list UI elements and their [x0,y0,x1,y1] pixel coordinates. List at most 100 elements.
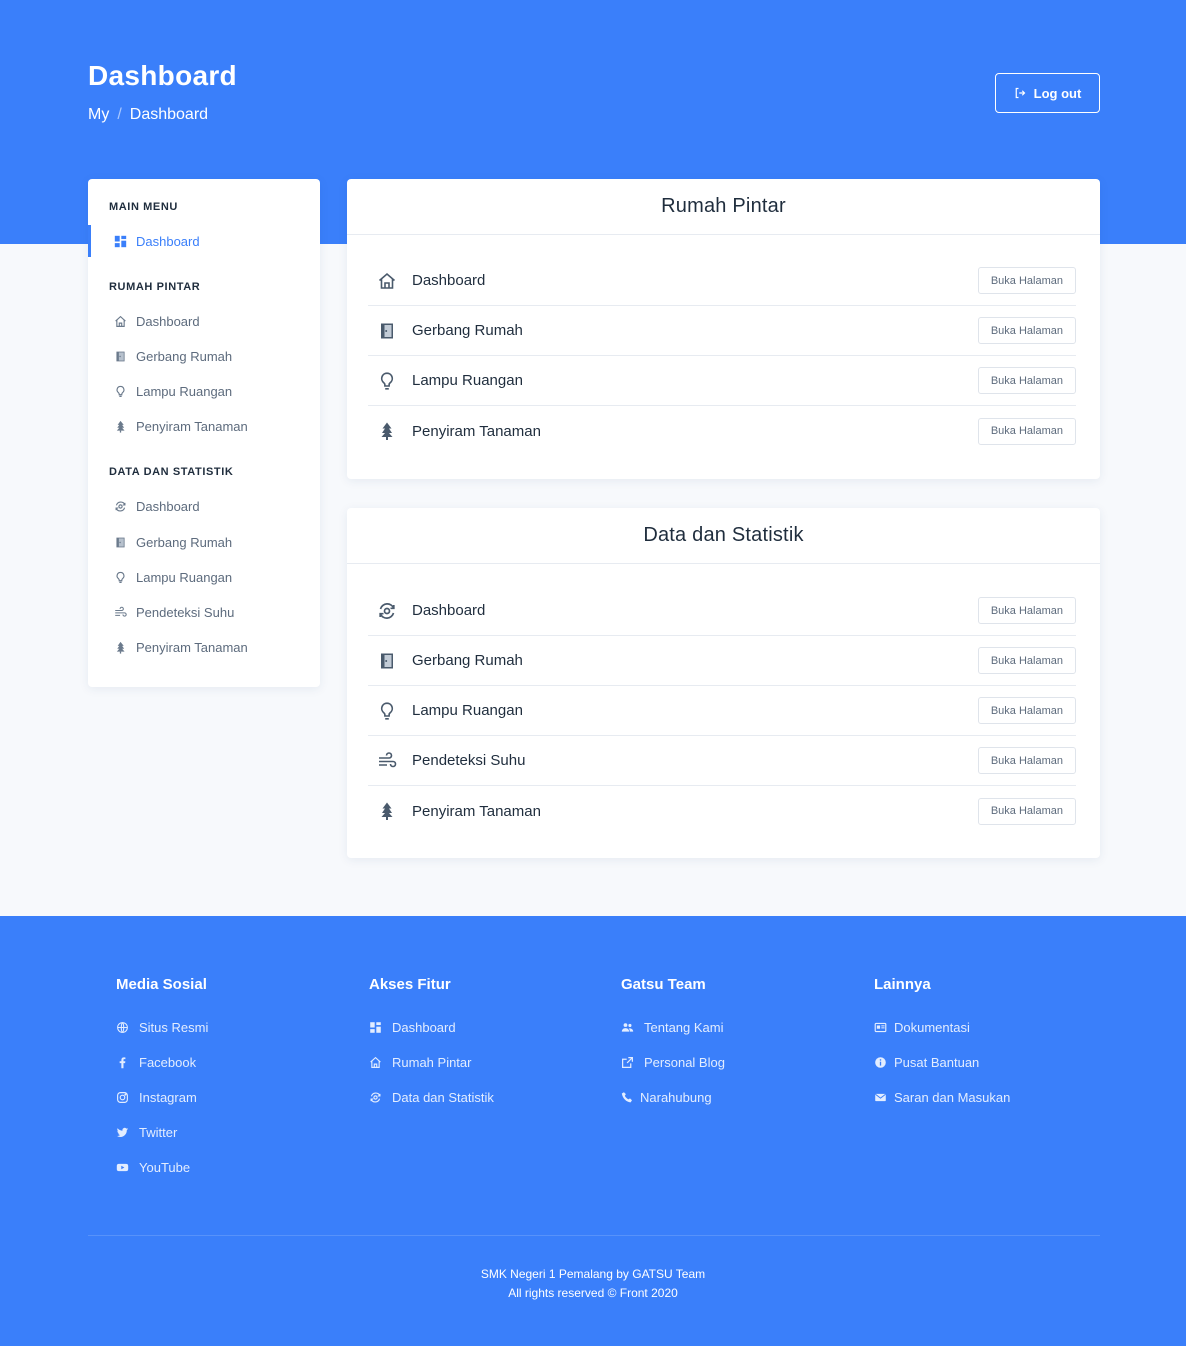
sidebar-item-label: Penyiram Tanaman [136,639,248,655]
twitter-icon [116,1126,129,1139]
open-page-button[interactable]: Buka Halaman [977,267,1076,294]
facebook-icon [116,1056,129,1069]
footer-column-lainnya: Lainnya Dokumentasi Pusat Bantuan Saran … [874,976,1010,1115]
instagram-icon [116,1091,129,1104]
sidebar-item-rp-gerbang-rumah[interactable]: Gerbang Rumah [88,340,320,372]
card-data-statistik: Data dan Statistik Dashboard Buka Halama… [347,508,1100,858]
breadcrumb-item-my[interactable]: My [88,106,109,123]
footer-link-facebook[interactable]: Facebook [116,1045,208,1080]
logout-label: Log out [1033,85,1082,101]
footer-link-label: Personal Blog [644,1055,725,1070]
sidebar-heading-data-statistik: DATA DAN STATISTIK [109,466,234,478]
sidebar-item-dashboard[interactable]: Dashboard [88,225,320,257]
open-page-button[interactable]: Buka Halaman [977,747,1076,774]
sidebar-heading-rumah-pintar: RUMAH PINTAR [109,281,201,293]
sidebar-item-ds-dashboard[interactable]: Dashboard [88,490,320,522]
card-title: Rumah Pintar [347,179,1100,235]
footer-link-label: Saran dan Masukan [894,1090,1011,1105]
footer-link-pusat-bantuan[interactable]: Pusat Bantuan [874,1045,1010,1080]
list-item: Dashboard Buka Halaman [368,586,1076,636]
mail-icon [874,1091,887,1104]
open-page-button[interactable]: Buka Halaman [977,417,1076,445]
footer-link-label: Dokumentasi [894,1020,970,1035]
breadcrumb-separator: / [117,106,122,123]
list-item-label: Gerbang Rumah [412,322,523,339]
sidebar-item-rp-penyiram-tanaman[interactable]: Penyiram Tanaman [88,410,320,442]
sidebar-item-rp-lampu-ruangan[interactable]: Lampu Ruangan [88,375,320,407]
logout-button[interactable]: Log out [995,73,1100,113]
list-item: Lampu Ruangan Buka Halaman [368,686,1076,736]
footer-link-label: Narahubung [640,1090,712,1105]
list-item: Penyiram Tanaman Buka Halaman [368,406,1076,456]
footer: Media Sosial Situs Resmi Facebook Instag… [0,916,1186,1346]
sidebar-item-label: Gerbang Rumah [136,534,233,550]
gauge-icon [114,500,127,513]
sidebar-item-label: Pendeteksi Suhu [136,604,235,620]
grid-icon [114,235,127,248]
footer-link-label: Instagram [139,1090,197,1105]
open-page-button[interactable]: Buka Halaman [977,317,1076,344]
list-item: Lampu Ruangan Buka Halaman [368,356,1076,406]
list-item-label: Lampu Ruangan [412,372,523,389]
footer-link-label: Pusat Bantuan [894,1055,980,1070]
open-page-button[interactable]: Buka Halaman [977,597,1076,624]
sidebar-item-ds-penyiram-tanaman[interactable]: Penyiram Tanaman [88,631,320,663]
sidebar-item-ds-lampu-ruangan[interactable]: Lampu Ruangan [88,561,320,593]
footer-link-dokumentasi[interactable]: Dokumentasi [874,1010,1010,1045]
external-link-icon [621,1056,634,1069]
footer-link-narahubung[interactable]: Narahubung [621,1080,725,1115]
footer-link-personal-blog[interactable]: Personal Blog [621,1045,725,1080]
tree-icon [114,641,127,654]
footer-link-instagram[interactable]: Instagram [116,1080,208,1115]
open-page-button[interactable]: Buka Halaman [977,647,1076,674]
breadcrumb: My / Dashboard [88,106,208,124]
copyright-line-1: SMK Negeri 1 Pemalang by GATSU Team [480,1267,706,1281]
sidebar-item-label: Dashboard [136,233,200,249]
footer-link-label: Twitter [139,1125,178,1140]
home-icon [114,315,127,328]
home-icon [369,1056,382,1069]
footer-link-situs-resmi[interactable]: Situs Resmi [116,1010,208,1045]
sidebar-heading-main-menu: MAIN MENU [109,201,178,213]
list-item: Gerbang Rumah Buka Halaman [368,306,1076,356]
footer-heading: Akses Fitur [369,976,451,993]
globe-icon [116,1021,129,1034]
wind-icon [376,750,398,772]
gauge-icon [376,600,398,622]
list-item-label: Lampu Ruangan [412,702,523,719]
footer-link-tentang-kami[interactable]: Tentang Kami [621,1010,725,1045]
bulb-icon [376,700,398,722]
sign-out-icon [1014,87,1026,99]
footer-link-saran-masukan[interactable]: Saran dan Masukan [874,1080,1010,1115]
open-page-button[interactable]: Buka Halaman [977,797,1076,825]
home-icon [376,270,398,292]
footer-column-gatsu-team: Gatsu Team Tentang Kami Personal Blog Na… [621,976,725,1115]
door-icon [376,320,398,342]
footer-link-label: Dashboard [392,1020,456,1035]
sidebar-item-label: Penyiram Tanaman [136,418,248,434]
card-title: Data dan Statistik [347,508,1100,564]
footer-link-dashboard[interactable]: Dashboard [369,1010,494,1045]
footer-link-youtube[interactable]: YouTube [116,1150,208,1185]
footer-link-rumah-pintar[interactable]: Rumah Pintar [369,1045,494,1080]
door-icon [114,350,127,363]
sidebar-item-ds-gerbang-rumah[interactable]: Gerbang Rumah [88,526,320,558]
list-item-label: Pendeteksi Suhu [412,752,526,769]
list-item-label: Dashboard [412,272,486,289]
footer-link-twitter[interactable]: Twitter [116,1115,208,1150]
sidebar-item-rp-dashboard[interactable]: Dashboard [88,305,320,337]
tree-icon [114,420,127,433]
phone-icon [621,1091,634,1104]
sidebar-item-ds-pendeteksi-suhu[interactable]: Pendeteksi Suhu [88,596,320,628]
open-page-button[interactable]: Buka Halaman [977,367,1076,394]
card-rumah-pintar: Rumah Pintar Dashboard Buka Halaman Gerb… [347,179,1100,479]
door-icon [114,536,127,549]
footer-link-label: Situs Resmi [139,1020,209,1035]
list-item: Penyiram Tanaman Buka Halaman [368,786,1076,836]
footer-link-data-statistik[interactable]: Data dan Statistik [369,1080,494,1115]
list-item: Pendeteksi Suhu Buka Halaman [368,736,1076,786]
open-page-button[interactable]: Buka Halaman [977,697,1076,724]
footer-link-label: Tentang Kami [644,1020,724,1035]
bulb-icon [114,571,127,584]
list-item: Gerbang Rumah Buka Halaman [368,636,1076,686]
